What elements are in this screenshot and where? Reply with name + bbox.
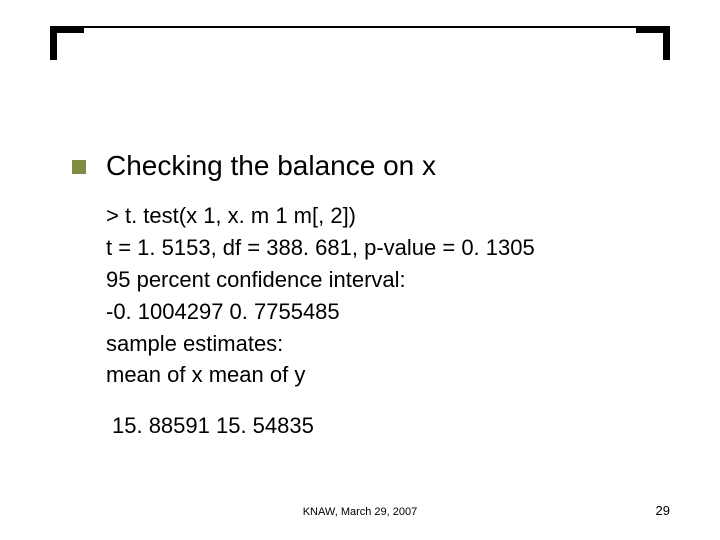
means-line: 15. 88591 15. 54835 [112,413,660,439]
slide-heading: Checking the balance on x [106,150,436,182]
page-number: 29 [656,503,670,518]
output-line: > t. test(x 1, x. m 1 m[, 2]) [106,200,660,232]
output-line: t = 1. 5153, df = 388. 681, p-value = 0.… [106,232,660,264]
output-line: -0. 1004297 0. 7755485 [106,296,660,328]
frame-top-bar [84,26,636,28]
frame-corner-top-right [636,26,670,60]
code-output-block: > t. test(x 1, x. m 1 m[, 2]) t = 1. 515… [106,200,660,391]
output-line: mean of x mean of y [106,359,660,391]
slide-content: Checking the balance on x > t. test(x 1,… [72,150,660,439]
bullet-icon [72,160,86,174]
footer-date: KNAW, March 29, 2007 [0,506,720,518]
heading-row: Checking the balance on x [72,150,660,182]
output-line: sample estimates: [106,328,660,360]
frame-corner-top-left [50,26,84,60]
output-line: 95 percent confidence interval: [106,264,660,296]
